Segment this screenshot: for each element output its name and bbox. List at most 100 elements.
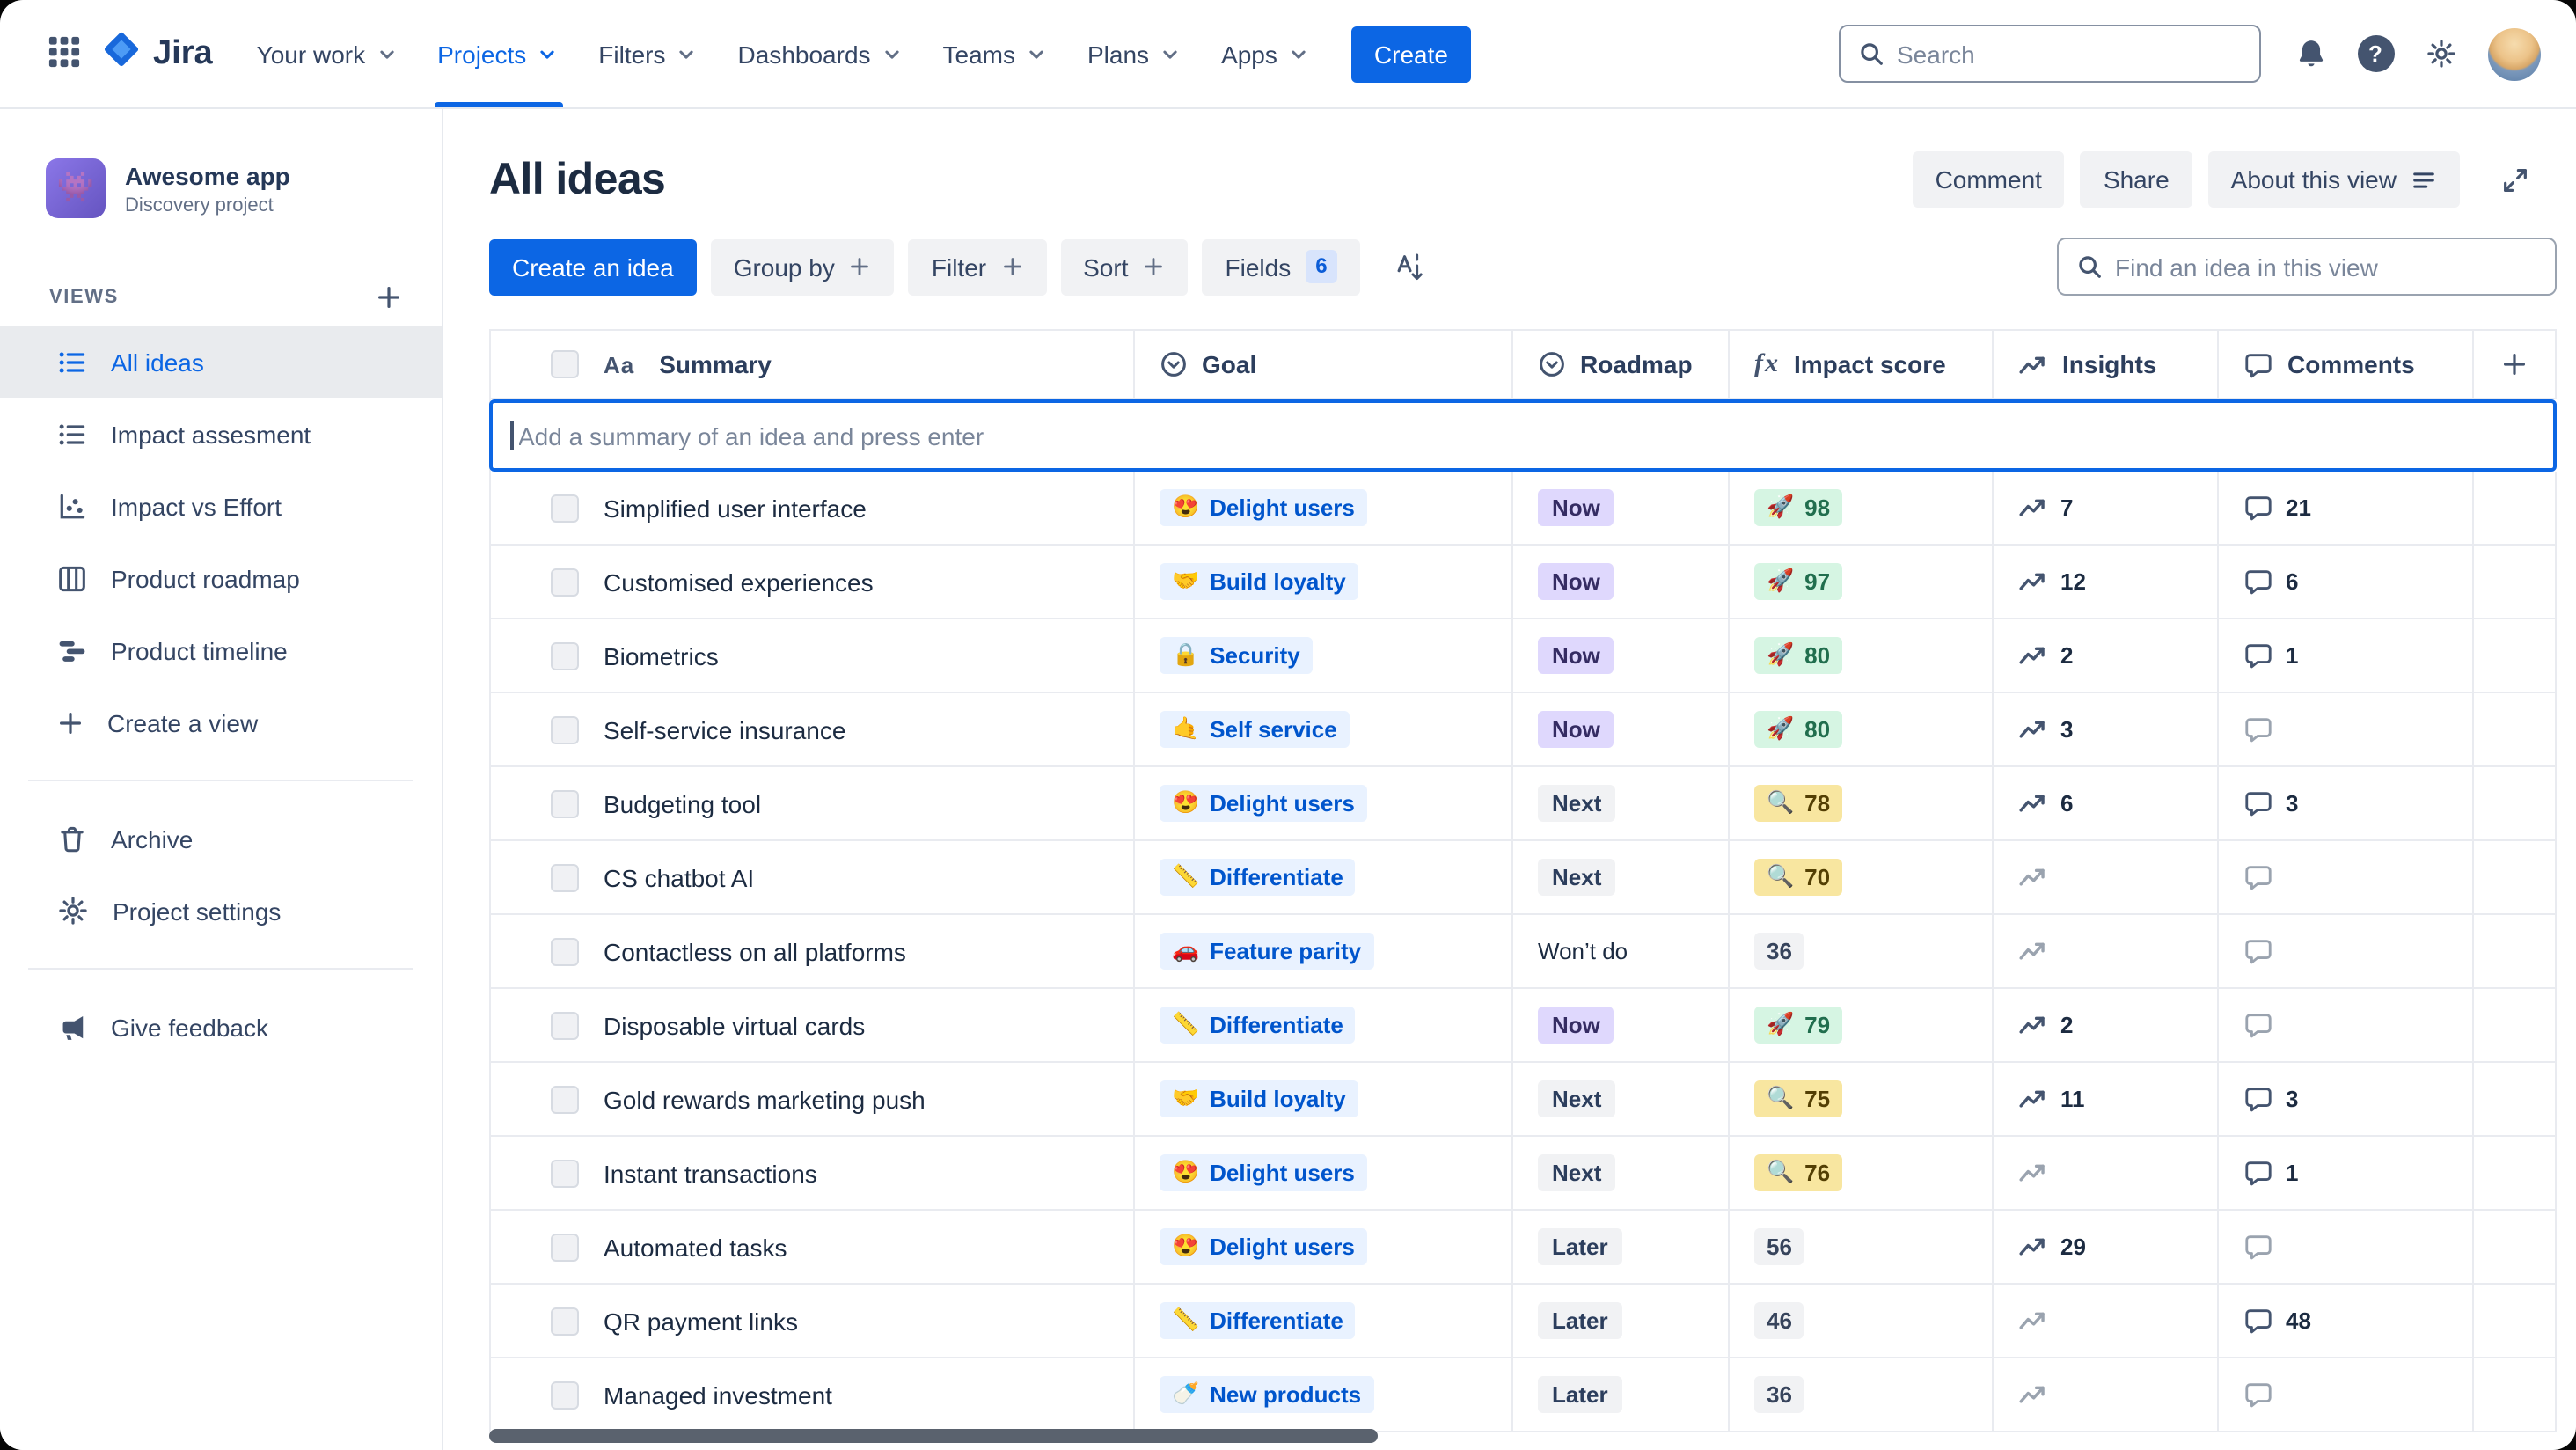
row-checkbox[interactable] bbox=[551, 1159, 579, 1187]
roadmap-cell[interactable]: Next bbox=[1513, 1137, 1730, 1209]
impact-score-cell[interactable]: 🔍 70 bbox=[1730, 841, 1994, 913]
impact-score-cell[interactable]: 🚀 98 bbox=[1730, 472, 1994, 544]
idea-row[interactable]: Customised experiences 🤝 Build loyalty Now 🚀… bbox=[491, 546, 2557, 619]
about-this-view-button[interactable]: About this view bbox=[2207, 151, 2460, 208]
summary-cell[interactable]: Instant transactions bbox=[491, 1137, 1135, 1209]
row-checkbox[interactable] bbox=[551, 1233, 579, 1261]
insights-cell[interactable] bbox=[1994, 841, 2219, 913]
summary-cell[interactable]: Biometrics bbox=[491, 619, 1135, 692]
goal-cell[interactable]: 📏 Differentiate bbox=[1135, 989, 1513, 1061]
idea-row[interactable]: QR payment links 📏 Differentiate Later 46 48 bbox=[491, 1285, 2557, 1358]
idea-row[interactable]: CS chatbot AI 📏 Differentiate Next 🔍 70 bbox=[491, 841, 2557, 915]
nav-item-dashboards[interactable]: Dashboards bbox=[719, 0, 924, 107]
group-by-button[interactable]: Group by bbox=[710, 238, 895, 295]
nav-item-filters[interactable]: Filters bbox=[579, 0, 718, 107]
insights-cell[interactable]: 29 bbox=[1994, 1211, 2219, 1283]
comments-cell[interactable] bbox=[2219, 915, 2474, 987]
summary-cell[interactable]: Self-service insurance bbox=[491, 693, 1135, 765]
column-header-comments[interactable]: Comments bbox=[2219, 331, 2474, 398]
nav-item-projects[interactable]: Projects bbox=[418, 0, 579, 107]
column-header-summary[interactable]: Aa Summary bbox=[491, 331, 1135, 398]
roadmap-cell[interactable]: Now bbox=[1513, 989, 1730, 1061]
filter-button[interactable]: Filter bbox=[908, 238, 1047, 295]
comments-cell[interactable] bbox=[2219, 989, 2474, 1061]
add-column-button[interactable] bbox=[2474, 331, 2557, 398]
sidebar-view-product-timeline[interactable]: Product timeline bbox=[0, 614, 442, 686]
idea-row[interactable]: Contactless on all platforms 🚗 Feature par… bbox=[491, 915, 2557, 989]
goal-cell[interactable]: 😍 Delight users bbox=[1135, 472, 1513, 544]
row-checkbox[interactable] bbox=[551, 568, 579, 596]
row-checkbox[interactable] bbox=[551, 789, 579, 817]
find-idea-search[interactable] bbox=[2057, 238, 2557, 296]
idea-row[interactable]: Disposable virtual cards 📏 Differentiate No… bbox=[491, 989, 2557, 1063]
insights-cell[interactable]: 7 bbox=[1994, 472, 2219, 544]
insights-cell[interactable]: 11 bbox=[1994, 1063, 2219, 1135]
roadmap-cell[interactable]: Next bbox=[1513, 1063, 1730, 1135]
impact-score-cell[interactable]: 56 bbox=[1730, 1211, 1994, 1283]
summary-cell[interactable]: Automated tasks bbox=[491, 1211, 1135, 1283]
goal-cell[interactable]: 🔒 Security bbox=[1135, 619, 1513, 692]
expand-view-button[interactable] bbox=[2486, 151, 2543, 208]
app-switcher-button[interactable] bbox=[35, 26, 91, 82]
summary-cell[interactable]: Customised experiences bbox=[491, 546, 1135, 618]
insights-cell[interactable]: 12 bbox=[1994, 546, 2219, 618]
roadmap-cell[interactable]: Won’t do bbox=[1513, 915, 1730, 987]
summary-cell[interactable]: Disposable virtual cards bbox=[491, 989, 1135, 1061]
insights-cell[interactable] bbox=[1994, 1358, 2219, 1431]
impact-score-cell[interactable]: 🚀 97 bbox=[1730, 546, 1994, 618]
goal-cell[interactable]: 🤝 Build loyalty bbox=[1135, 546, 1513, 618]
goal-cell[interactable]: 🍼 New products bbox=[1135, 1358, 1513, 1431]
select-all-checkbox[interactable] bbox=[551, 350, 579, 378]
roadmap-cell[interactable]: Now bbox=[1513, 619, 1730, 692]
roadmap-cell[interactable]: Next bbox=[1513, 767, 1730, 839]
row-checkbox[interactable] bbox=[551, 494, 579, 522]
goal-cell[interactable]: 😍 Delight users bbox=[1135, 1137, 1513, 1209]
comments-cell[interactable]: 1 bbox=[2219, 1137, 2474, 1209]
impact-score-cell[interactable]: 🚀 80 bbox=[1730, 693, 1994, 765]
user-avatar[interactable] bbox=[2488, 27, 2541, 80]
row-checkbox[interactable] bbox=[551, 937, 579, 965]
comments-cell[interactable] bbox=[2219, 1211, 2474, 1283]
sidebar-view-product-roadmap[interactable]: Product roadmap bbox=[0, 542, 442, 614]
global-search[interactable] bbox=[1839, 25, 2261, 83]
summary-cell[interactable]: CS chatbot AI bbox=[491, 841, 1135, 913]
idea-row[interactable]: Automated tasks 😍 Delight users Later 56 29 bbox=[491, 1211, 2557, 1285]
comments-cell[interactable]: 6 bbox=[2219, 546, 2474, 618]
row-checkbox[interactable] bbox=[551, 1085, 579, 1113]
find-idea-input[interactable] bbox=[2115, 253, 2537, 281]
summary-cell[interactable]: Simplified user interface bbox=[491, 472, 1135, 544]
idea-row[interactable]: Instant transactions 😍 Delight users Next 🔍 7… bbox=[491, 1137, 2557, 1211]
idea-row[interactable]: Self-service insurance 🤙 Self service Now 🚀 8… bbox=[491, 693, 2557, 767]
sidebar-view-impact-assesment[interactable]: Impact assesment bbox=[0, 398, 442, 470]
impact-score-cell[interactable]: 46 bbox=[1730, 1285, 1994, 1357]
insights-cell[interactable]: 3 bbox=[1994, 693, 2219, 765]
row-checkbox[interactable] bbox=[551, 1307, 579, 1335]
sort-button[interactable]: Sort bbox=[1060, 238, 1189, 295]
insights-cell[interactable]: 6 bbox=[1994, 767, 2219, 839]
impact-score-cell[interactable]: 36 bbox=[1730, 1358, 1994, 1431]
idea-row[interactable]: Gold rewards marketing push 🤝 Build loyalt… bbox=[491, 1063, 2557, 1137]
create-idea-button[interactable]: Create an idea bbox=[489, 238, 697, 295]
horizontal-scrollbar[interactable] bbox=[489, 1429, 1378, 1443]
column-header-roadmap[interactable]: Roadmap bbox=[1513, 331, 1730, 398]
goal-cell[interactable]: 😍 Delight users bbox=[1135, 1211, 1513, 1283]
nav-item-plans[interactable]: Plans bbox=[1068, 0, 1202, 107]
roadmap-cell[interactable]: Later bbox=[1513, 1285, 1730, 1357]
add-idea-input[interactable] bbox=[518, 421, 2536, 450]
sidebar-view-impact-vs-effort[interactable]: Impact vs Effort bbox=[0, 470, 442, 542]
add-view-button[interactable] bbox=[368, 275, 410, 318]
idea-row[interactable]: Budgeting tool 😍 Delight users Next 🔍 78 6 3 bbox=[491, 767, 2557, 841]
roadmap-cell[interactable]: Later bbox=[1513, 1211, 1730, 1283]
summary-cell[interactable]: Managed investment bbox=[491, 1358, 1135, 1431]
global-search-input[interactable] bbox=[1897, 40, 2242, 68]
goal-cell[interactable]: 🚗 Feature parity bbox=[1135, 915, 1513, 987]
roadmap-cell[interactable]: Now bbox=[1513, 693, 1730, 765]
summary-cell[interactable]: QR payment links bbox=[491, 1285, 1135, 1357]
add-idea-row[interactable] bbox=[489, 399, 2557, 472]
column-header-goal[interactable]: Goal bbox=[1135, 331, 1513, 398]
goal-cell[interactable]: 😍 Delight users bbox=[1135, 767, 1513, 839]
roadmap-cell[interactable]: Next bbox=[1513, 841, 1730, 913]
roadmap-cell[interactable]: Later bbox=[1513, 1358, 1730, 1431]
comments-cell[interactable] bbox=[2219, 1358, 2474, 1431]
help-button[interactable]: ? bbox=[2347, 26, 2404, 82]
